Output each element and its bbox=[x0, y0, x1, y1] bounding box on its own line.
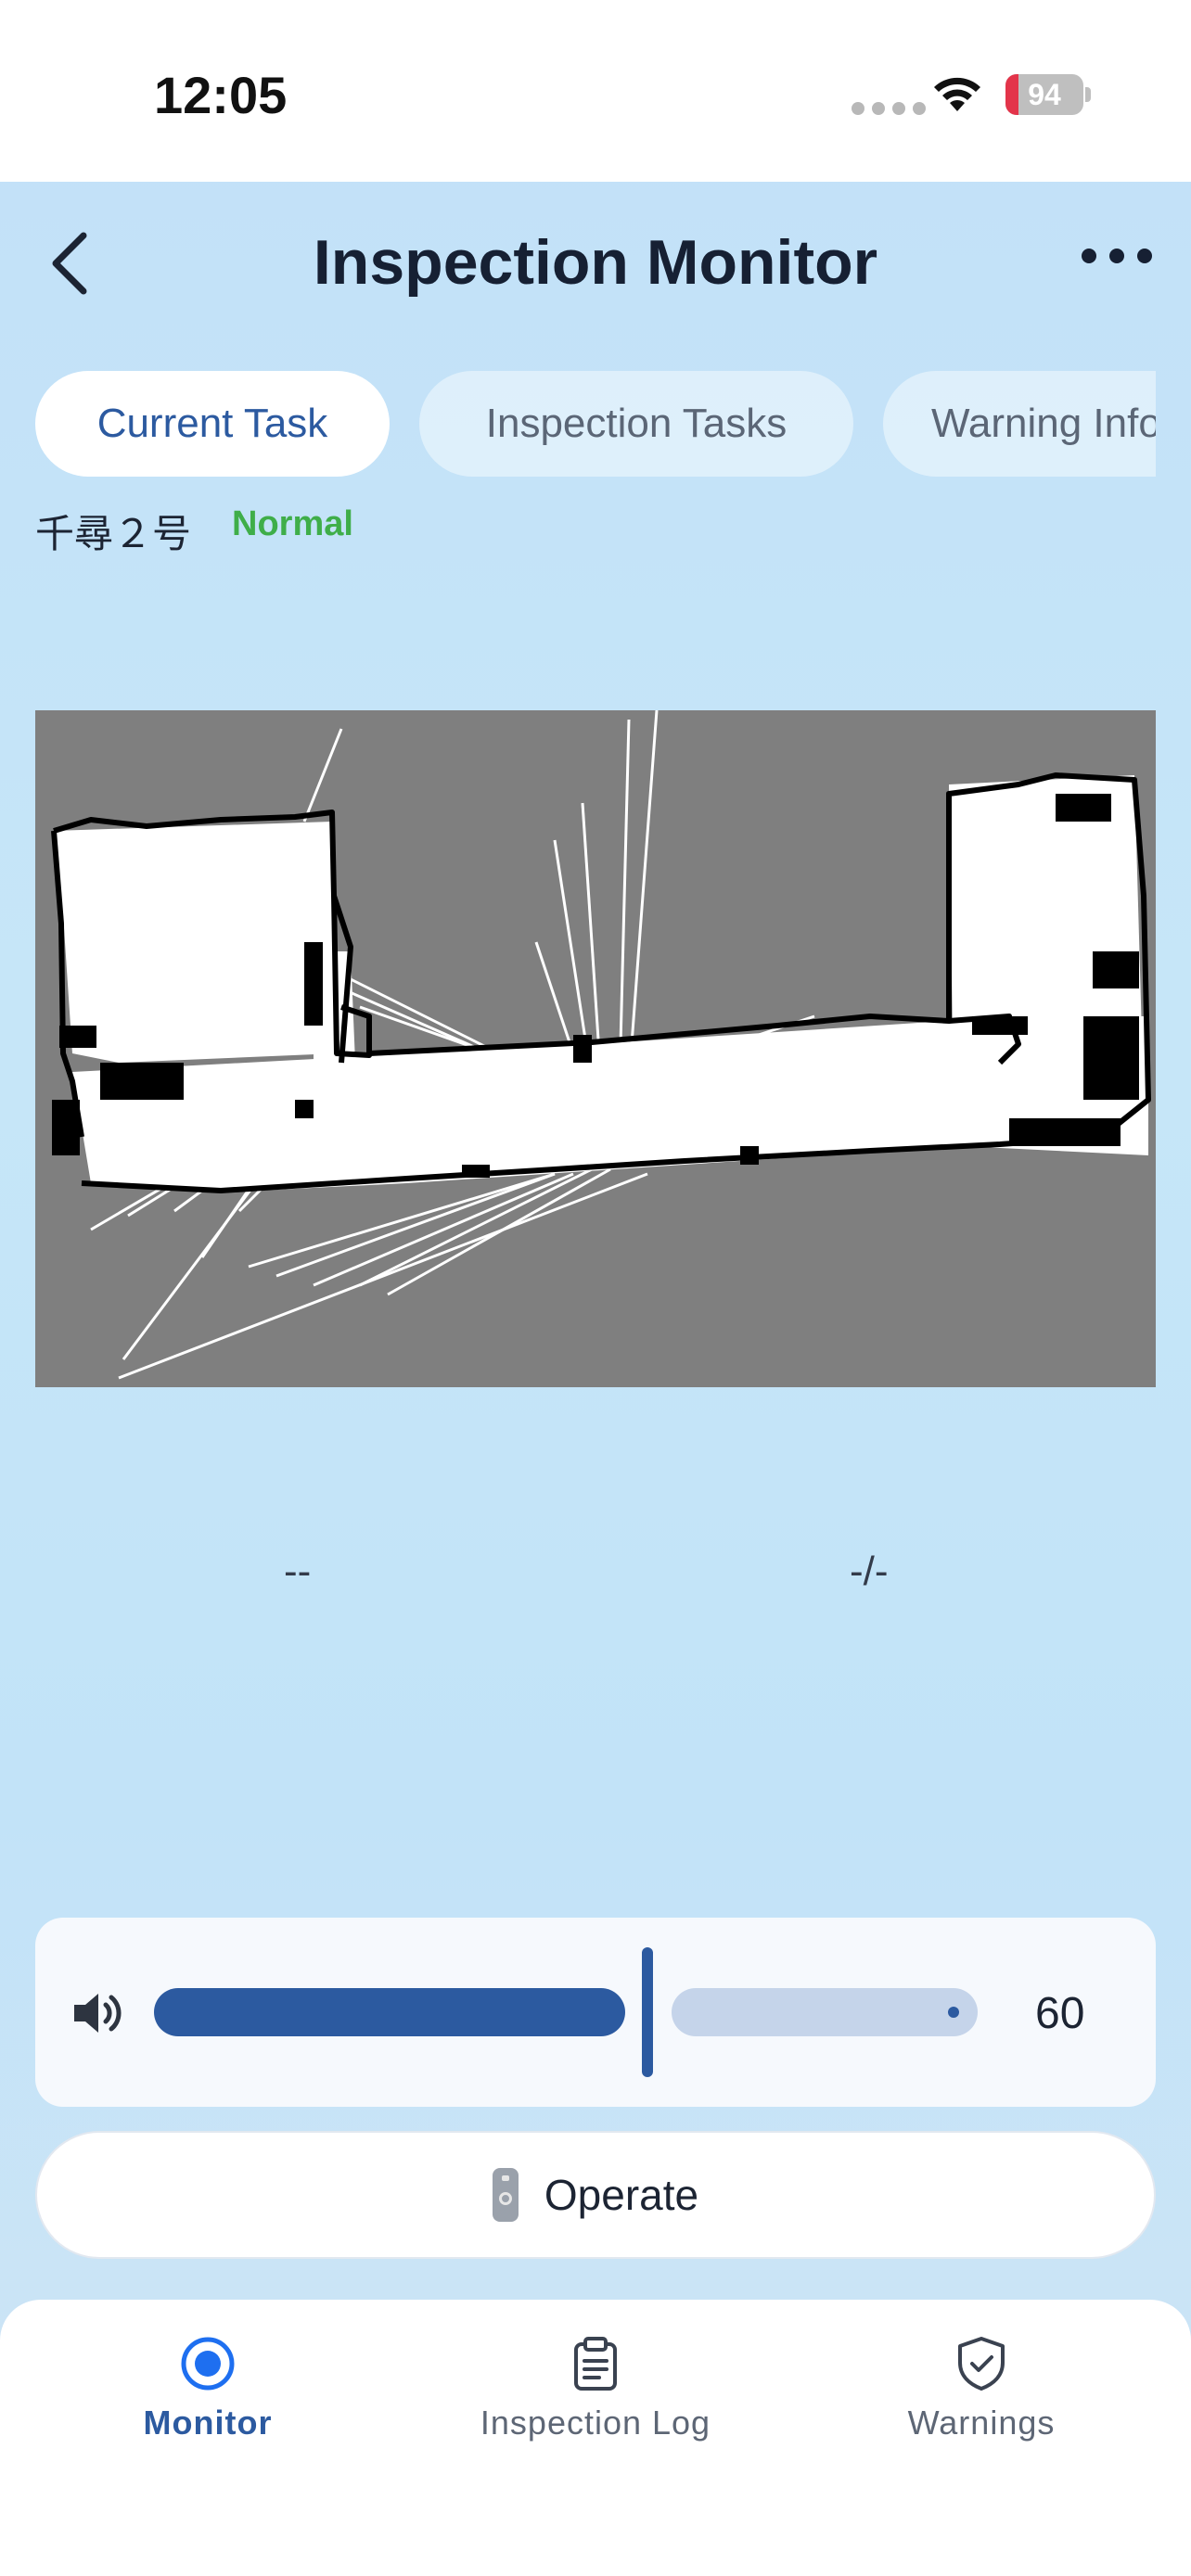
volume-slider-handle[interactable] bbox=[642, 1947, 653, 2077]
occupancy-grid-map bbox=[35, 710, 1156, 1387]
status-bar: 12:05 94 bbox=[0, 0, 1191, 182]
volume-value: 60 bbox=[1035, 1989, 1085, 2038]
stat-right-value: -/- bbox=[850, 1549, 889, 1594]
battery-nub bbox=[1085, 87, 1091, 102]
status-time: 12:05 bbox=[154, 66, 288, 124]
nav-label-inspection-log: Inspection Log bbox=[480, 2404, 711, 2442]
inspection-map[interactable] bbox=[35, 710, 1156, 1387]
wifi-icon bbox=[934, 77, 980, 111]
nav-item-warnings[interactable]: Warnings bbox=[842, 2335, 1121, 2442]
remote-control-icon bbox=[492, 2168, 519, 2222]
battery-level: 94 bbox=[1028, 78, 1061, 111]
clipboard-icon bbox=[574, 2337, 617, 2391]
shield-check-icon bbox=[958, 2337, 1005, 2391]
volume-slider-track[interactable] bbox=[672, 1988, 978, 2036]
nav-item-inspection-log[interactable]: Inspection Log bbox=[456, 2335, 735, 2442]
nav-item-monitor[interactable]: Monitor bbox=[69, 2335, 347, 2442]
robot-name: 千尋２号 bbox=[35, 511, 192, 556]
tab-bar: Current Task Inspection Tasks Warning In… bbox=[35, 371, 1156, 478]
stat-left-value: -- bbox=[284, 1549, 312, 1594]
bottom-nav: Monitor Inspection Log Warnings bbox=[0, 2300, 1191, 2576]
nav-label-monitor: Monitor bbox=[143, 2404, 273, 2442]
page-title: Inspection Monitor bbox=[313, 227, 878, 298]
volume-control: 60 bbox=[35, 1918, 1156, 2107]
tab-inspection-tasks[interactable]: Inspection Tasks bbox=[419, 371, 853, 477]
tab-current-task[interactable]: Current Task bbox=[35, 371, 390, 477]
more-button[interactable] bbox=[1082, 249, 1152, 263]
nav-label-warnings: Warnings bbox=[907, 2404, 1056, 2442]
speaker-icon[interactable] bbox=[70, 1988, 122, 2038]
robot-status-badge: Normal bbox=[232, 504, 353, 543]
tab-warning-info[interactable]: Warning Info bbox=[883, 371, 1156, 477]
cellular-signal-icon bbox=[852, 102, 926, 115]
operate-button[interactable]: Operate bbox=[35, 2131, 1156, 2259]
battery-icon: 94 bbox=[1005, 74, 1083, 115]
monitor-target-icon bbox=[181, 2337, 235, 2391]
operate-label: Operate bbox=[544, 2171, 699, 2219]
volume-slider-filled[interactable] bbox=[154, 1988, 625, 2036]
